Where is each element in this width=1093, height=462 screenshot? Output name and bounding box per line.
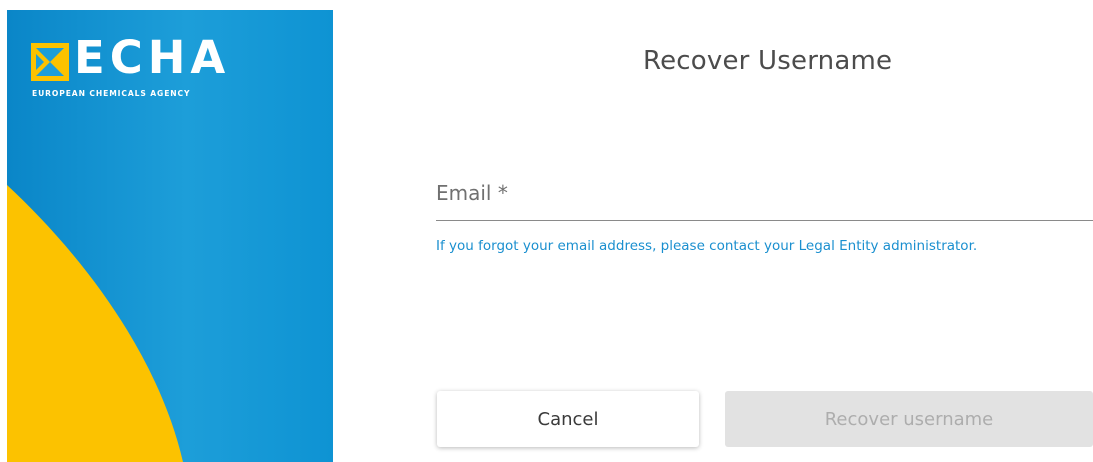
email-field[interactable]: Email * (436, 168, 1093, 224)
email-hint-text: If you forgot your email address, please… (436, 238, 978, 254)
brand-panel: ECHA EUROPEAN CHEMICALS AGENCY (7, 10, 333, 462)
cancel-button[interactable]: Cancel (437, 391, 699, 447)
echa-star-icon (31, 43, 69, 81)
logo-subtitle: EUROPEAN CHEMICALS AGENCY (32, 89, 191, 98)
email-input[interactable] (436, 178, 1093, 218)
logo-wordmark: ECHA (74, 31, 231, 84)
page-title: Recover Username (643, 46, 893, 76)
email-underline (436, 220, 1093, 221)
recover-username-button[interactable]: Recover username (725, 391, 1093, 447)
